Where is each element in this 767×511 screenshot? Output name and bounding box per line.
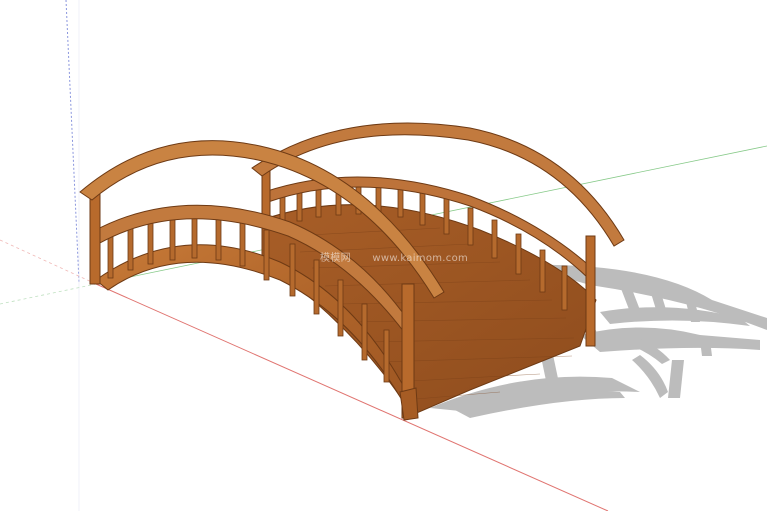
green-axis-back — [0, 283, 97, 305]
watermark-brand: 模模网 — [320, 253, 351, 264]
blue-axis — [65, 0, 80, 283]
watermark-url: www.kaimom.com — [372, 253, 469, 264]
red-axis-back — [0, 239, 97, 285]
watermark: 模模网 www.kaimom.com — [320, 249, 486, 264]
model-viewport[interactable]: 模模网 www.kaimom.com — [0, 0, 767, 511]
